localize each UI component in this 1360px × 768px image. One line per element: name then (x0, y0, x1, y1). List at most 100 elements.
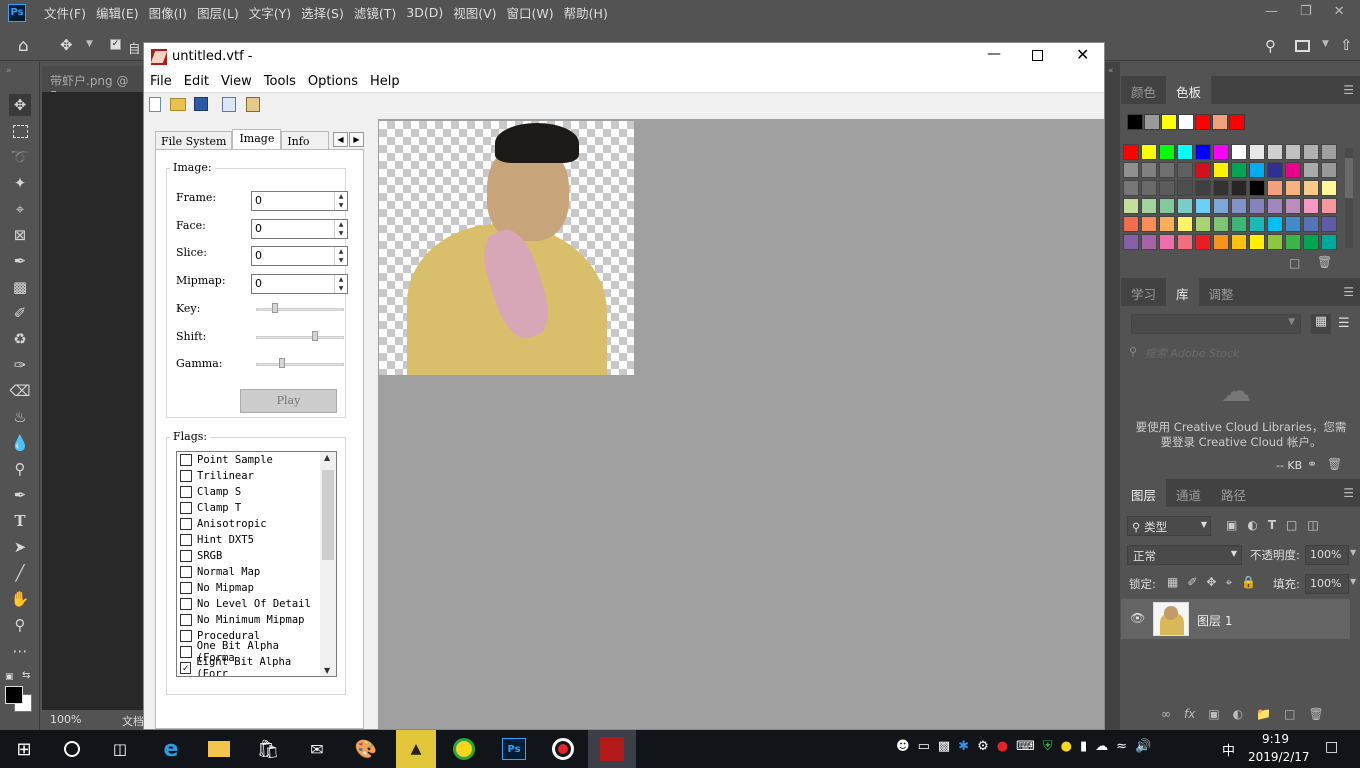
file-explorer-icon[interactable] (205, 736, 233, 762)
swatch[interactable] (1285, 144, 1301, 160)
fill-input[interactable]: 100% (1305, 574, 1349, 594)
dodge-tool-icon[interactable]: ⚲ (9, 458, 31, 480)
slider-thumb[interactable] (279, 358, 285, 368)
tab-scroll-left-icon[interactable]: ◀ (333, 132, 348, 147)
mail-icon[interactable]: ✉ (303, 736, 331, 762)
flag-item[interactable]: Hint DXT5 (180, 532, 254, 548)
flags-scrollbar[interactable]: ▲ ▼ (320, 452, 336, 676)
swatch[interactable] (1141, 180, 1157, 196)
record-tray-icon[interactable]: ● (997, 739, 1008, 754)
new-group-icon[interactable]: 📁 (1256, 707, 1271, 721)
lock-artboard-icon[interactable]: ⌖ (1225, 575, 1232, 590)
menu-layer[interactable]: 图层(L) (192, 3, 244, 22)
spinner-arrows-icon[interactable]: ▲ ▼ (334, 220, 347, 238)
clock-date[interactable]: 2019/2/17 (1248, 750, 1310, 764)
menu-file[interactable]: File (144, 71, 178, 92)
swatch[interactable] (1321, 180, 1337, 196)
shift-slider[interactable] (256, 331, 344, 345)
photoshop-taskbar-icon[interactable]: Ps (500, 736, 528, 762)
type-filter-icon[interactable]: T (1268, 518, 1276, 532)
paint-bucket-tool-icon[interactable]: ♨ (9, 406, 31, 428)
swatch[interactable] (1231, 198, 1247, 214)
close-icon[interactable]: ✕ (1076, 45, 1089, 64)
flag-checkbox[interactable] (180, 502, 192, 514)
swatch[interactable] (1231, 234, 1247, 250)
frame-tool-icon[interactable]: ⊠ (9, 224, 31, 246)
paint-app-icon[interactable]: 🎨 (352, 736, 380, 762)
battery-icon[interactable]: ▮ (1080, 739, 1087, 754)
lock-position-icon[interactable]: ✥ (1206, 575, 1216, 590)
lock-transparency-icon[interactable]: ▦ (1167, 575, 1178, 590)
swatch[interactable] (1213, 216, 1229, 232)
chevron-down-icon[interactable]: ▼ (1350, 548, 1356, 557)
flag-checkbox[interactable] (180, 582, 192, 594)
swatch[interactable] (1178, 114, 1194, 130)
flag-checkbox[interactable] (180, 566, 192, 578)
face-spinner[interactable]: 0 ▲ ▼ (251, 219, 348, 239)
swatch[interactable] (1213, 144, 1229, 160)
crop-tool-icon[interactable]: ⌖ (9, 198, 31, 220)
move-tool-icon[interactable]: ✥ (60, 36, 73, 54)
swatch[interactable] (1195, 162, 1211, 178)
minimize-icon[interactable]: — (987, 46, 1001, 62)
scroll-up-icon[interactable]: ▲ (324, 453, 330, 462)
auto-select-checkbox[interactable]: ✓ (110, 39, 121, 50)
volume-icon[interactable]: 🔊 (1135, 739, 1151, 754)
shape-filter-icon[interactable]: □ (1286, 518, 1297, 532)
panel-menu-icon[interactable]: ☰ (1343, 486, 1354, 500)
flag-item[interactable]: Normal Map (180, 564, 260, 580)
swatch[interactable] (1161, 114, 1177, 130)
visibility-eye-icon[interactable]: 👁 (1130, 611, 1145, 625)
flag-checkbox[interactable] (180, 454, 192, 466)
library-search-input[interactable]: 搜索 Adobe Stock (1145, 345, 1239, 361)
flag-checkbox[interactable] (180, 598, 192, 610)
brush-tool-icon[interactable]: ✐ (9, 302, 31, 324)
swatch[interactable] (1213, 180, 1229, 196)
swatch[interactable] (1177, 144, 1193, 160)
vtfedit-taskbar-icon[interactable] (588, 730, 636, 768)
flag-item[interactable]: Anisotropic (180, 516, 267, 532)
flag-item[interactable]: No Level Of Detail (180, 596, 311, 612)
panel-menu-icon[interactable]: ☰ (1343, 285, 1354, 299)
save-icon[interactable] (194, 97, 208, 111)
search-icon[interactable]: ⚲ (1265, 37, 1276, 55)
flag-item[interactable]: Point Sample (180, 452, 273, 468)
swatch[interactable] (1195, 144, 1211, 160)
more-tools-icon[interactable]: ⋯ (9, 640, 31, 662)
workspace-chevron-icon[interactable]: ▼ (1322, 39, 1329, 49)
swatch[interactable] (1285, 234, 1301, 250)
menu-image[interactable]: 图像(I) (144, 3, 192, 22)
gamma-slider[interactable] (256, 358, 344, 372)
tab-swatches[interactable]: 色板 (1166, 76, 1212, 104)
move-tool-icon[interactable]: ✥ (9, 94, 31, 116)
flag-checkbox[interactable] (180, 614, 192, 626)
swatch[interactable] (1127, 114, 1143, 130)
flag-item[interactable]: ✓ Eight Bit Alpha (Forr (180, 656, 320, 676)
swatch[interactable] (1321, 234, 1337, 250)
flag-checkbox[interactable] (180, 550, 192, 562)
link-layers-icon[interactable]: ∞ (1161, 707, 1171, 721)
adjustment-filter-icon[interactable]: ◐ (1247, 518, 1257, 532)
swatch[interactable] (1177, 234, 1193, 250)
foreground-color-swatch[interactable] (5, 686, 23, 704)
trash-icon[interactable]: 🗑 (1317, 255, 1332, 269)
menu-3d[interactable]: 3D(D) (401, 5, 448, 20)
swatch[interactable] (1267, 162, 1283, 178)
swatch[interactable] (1141, 144, 1157, 160)
fx-icon[interactable]: fx (1184, 707, 1195, 721)
slider-thumb[interactable] (272, 303, 278, 313)
flag-item[interactable]: Trilinear (180, 468, 254, 484)
copy-icon[interactable] (222, 97, 236, 112)
tool-preset-chevron-icon[interactable]: ▼ (86, 39, 93, 49)
zoom-level[interactable]: 100% (50, 713, 81, 726)
swatch[interactable] (1123, 234, 1139, 250)
hand-tool-icon[interactable]: ✋ (9, 588, 31, 610)
cortana-icon[interactable] (58, 736, 86, 762)
swatch[interactable] (1159, 198, 1175, 214)
tab-adjustments[interactable]: 调整 (1199, 278, 1244, 306)
adjustment-layer-icon[interactable]: ◐ (1233, 707, 1243, 721)
swatch[interactable] (1195, 180, 1211, 196)
menu-help[interactable]: 帮助(H) (559, 3, 613, 22)
flag-item[interactable]: No Mipmap (180, 580, 254, 596)
flag-checkbox[interactable] (180, 470, 192, 482)
